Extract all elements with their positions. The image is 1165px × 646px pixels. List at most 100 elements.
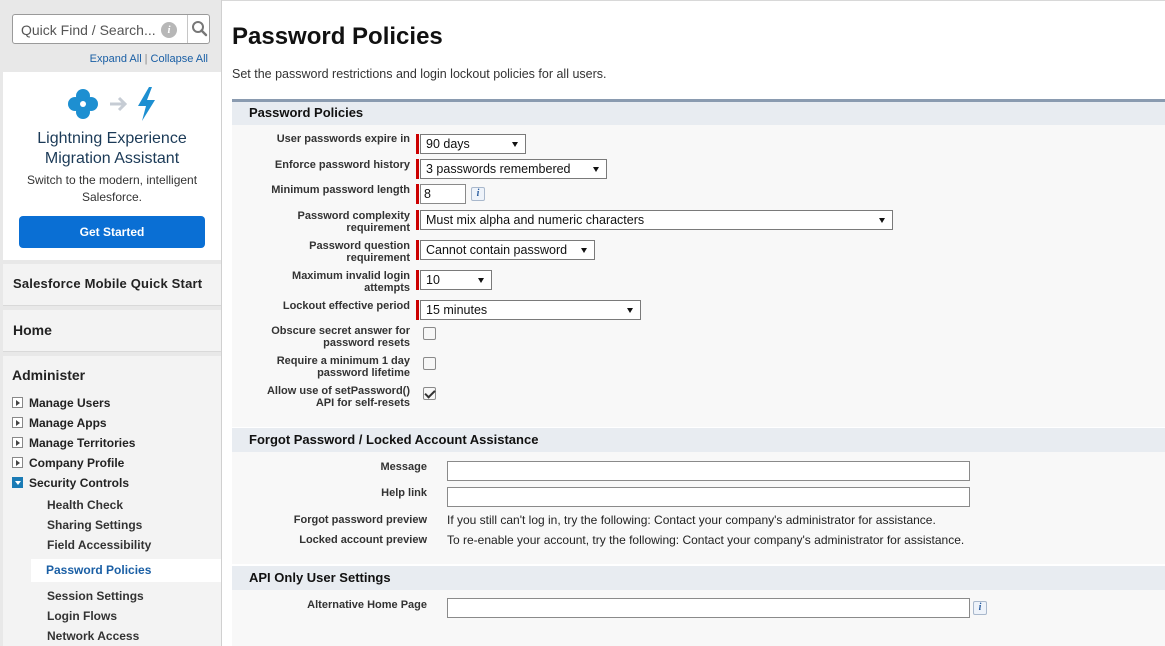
administer-section: Administer Manage Users Manage Apps Mana… (3, 356, 221, 646)
api-only-block: API Only User Settings Alternative Home … (232, 566, 1165, 646)
label-cell: User passwords expire in (242, 133, 410, 147)
dropdown-arrow-icon (593, 167, 599, 172)
quick-find-input[interactable] (21, 20, 161, 40)
complexity-label-line2: requirement (346, 222, 410, 234)
get-started-button[interactable]: Get Started (19, 216, 205, 248)
select-value: Must mix alpha and numeric characters (426, 213, 645, 227)
message-input[interactable] (447, 461, 970, 481)
api-only-heading: API Only User Settings (232, 566, 1165, 590)
tree-item-label: Manage Apps (29, 416, 107, 430)
min-length-input[interactable]: 8 (420, 184, 466, 204)
migration-assistant-card: Lightning Experience Migration Assistant… (3, 72, 221, 260)
max-invalid-label-line2: attempts (364, 282, 410, 294)
tree-item-label: Manage Users (29, 396, 111, 410)
nav-session-settings[interactable]: Session Settings (47, 589, 144, 603)
expire-label: User passwords expire in (276, 133, 410, 145)
lightning-bolt-icon (138, 87, 155, 121)
expand-collapse-links: Expand All | Collapse All (90, 53, 208, 65)
search-divider (187, 15, 188, 43)
tree-item-manage-apps[interactable]: Manage Apps (12, 414, 107, 432)
label-cell: Lockout effective period (242, 300, 410, 314)
select-value: 10 (426, 273, 440, 287)
label-cell: Password question requirement (242, 240, 410, 266)
min-lifetime-label-line1: Require a minimum 1 day (276, 355, 410, 367)
select-value: 3 passwords remembered (426, 162, 571, 176)
migration-subtitle: Switch to the modern, intelligent Salesf… (26, 173, 198, 204)
migration-title: Lightning Experience Migration Assistant (3, 129, 221, 169)
tree-item-label: Security Controls (29, 476, 130, 490)
home-section[interactable]: Home (3, 310, 221, 352)
max-invalid-label-line1: Maximum invalid login (292, 270, 410, 282)
tree-item-label: Manage Territories (29, 436, 136, 450)
help-link-input[interactable] (447, 487, 970, 507)
nav-sharing-settings[interactable]: Sharing Settings (47, 518, 142, 532)
max-invalid-attempts-select[interactable]: 10 (420, 270, 492, 290)
tree-item-manage-territories[interactable]: Manage Territories (12, 434, 135, 452)
complexity-label-line1: Password complexity (297, 210, 411, 222)
password-question-select[interactable]: Cannot contain password (420, 240, 595, 260)
migration-title-line2: Migration Assistant (44, 150, 180, 167)
nav-login-flows[interactable]: Login Flows (47, 609, 117, 623)
expand-all-link[interactable]: Expand All (90, 53, 142, 65)
nav-password-policies[interactable]: Password Policies (31, 559, 221, 582)
lockout-period-select[interactable]: 15 minutes (420, 300, 641, 320)
dropdown-arrow-icon (581, 248, 587, 253)
nav-health-check[interactable]: Health Check (47, 498, 123, 512)
forgot-password-block: Forgot Password / Locked Account Assista… (232, 428, 1165, 564)
password-expiration-select[interactable]: 90 days (420, 134, 526, 154)
password-history-select[interactable]: 3 passwords remembered (420, 159, 607, 179)
forgot-password-heading: Forgot Password / Locked Account Assista… (232, 428, 1165, 452)
nav-network-access[interactable]: Network Access (47, 629, 139, 643)
question-label-line2: requirement (346, 252, 410, 264)
select-value: 15 minutes (426, 303, 488, 317)
label-cell: Enforce password history (242, 159, 410, 173)
collapse-all-link[interactable]: Collapse All (151, 53, 208, 65)
expand-icon[interactable] (12, 397, 23, 409)
required-indicator (416, 134, 419, 154)
obscure-answer-checkbox[interactable] (423, 327, 436, 340)
dropdown-arrow-icon (627, 308, 633, 313)
classic-flower-icon (68, 89, 98, 119)
tree-item-manage-users[interactable]: Manage Users (12, 394, 110, 412)
required-indicator (416, 300, 419, 320)
expand-icon[interactable] (12, 437, 23, 449)
info-icon[interactable]: i (471, 187, 485, 201)
dropdown-arrow-icon (879, 218, 885, 223)
nav-field-accessibility[interactable]: Field Accessibility (47, 538, 151, 552)
locked-preview-text: To re-enable your account, try the follo… (447, 533, 965, 547)
quick-find-box: i (12, 14, 210, 44)
tree-item-security-controls[interactable]: Security Controls (12, 474, 129, 492)
expand-icon[interactable] (12, 457, 23, 469)
label-cell: Allow use of setPassword() API for self-… (242, 385, 410, 411)
required-indicator (416, 159, 419, 179)
obscure-label-line1: Obscure secret answer for (271, 325, 410, 337)
setpassword-api-checkbox[interactable] (423, 387, 436, 400)
required-indicator (416, 210, 419, 230)
collapse-icon[interactable] (12, 477, 23, 489)
label-cell: Obscure secret answer for password reset… (242, 325, 410, 351)
info-icon[interactable]: i (973, 601, 987, 615)
forgot-preview-label: Forgot password preview (293, 514, 427, 526)
min-lifetime-checkbox[interactable] (423, 357, 436, 370)
main-content: Password Policies Set the password restr… (222, 0, 1165, 646)
alt-home-input[interactable] (447, 598, 970, 618)
required-indicator (416, 240, 419, 260)
obscure-label-line2: password resets (323, 337, 410, 349)
history-label: Enforce password history (274, 159, 410, 171)
arrow-right-icon (110, 96, 128, 112)
setpassword-label-line2: API for self-resets (315, 397, 410, 409)
password-policies-block: Password Policies User passwords expire … (232, 99, 1165, 427)
min-length-label: Minimum password length (271, 184, 410, 196)
info-icon[interactable]: i (161, 22, 177, 38)
tree-item-company-profile[interactable]: Company Profile (12, 454, 124, 472)
question-label-line1: Password question (309, 240, 410, 252)
page-description: Set the password restrictions and login … (232, 67, 607, 81)
select-value: 90 days (426, 137, 470, 151)
setpassword-label-line1: Allow use of setPassword() (266, 385, 410, 397)
expand-icon[interactable] (12, 417, 23, 429)
label-cell: Password complexity requirement (242, 210, 411, 236)
password-complexity-select[interactable]: Must mix alpha and numeric characters (420, 210, 893, 230)
page-title: Password Policies (232, 23, 443, 50)
search-icon[interactable] (189, 15, 210, 43)
mobile-quick-start-section[interactable]: Salesforce Mobile Quick Start (3, 264, 221, 306)
